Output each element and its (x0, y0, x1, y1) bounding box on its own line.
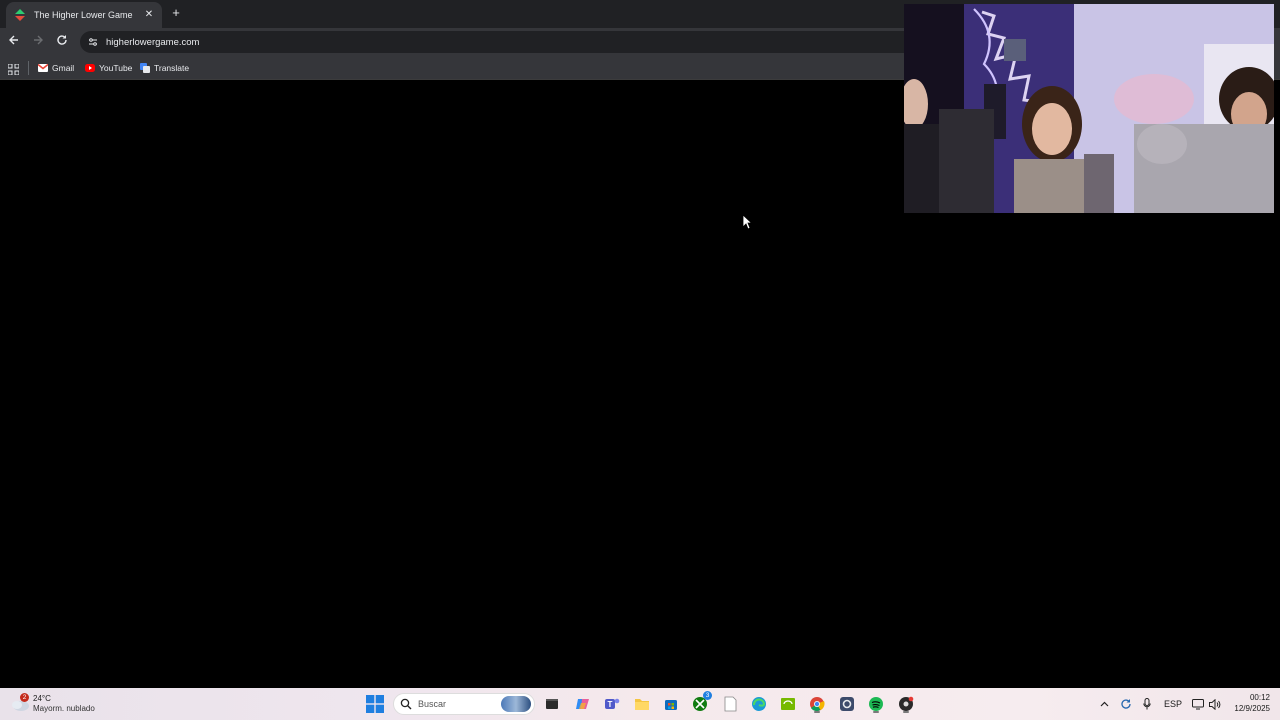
search-placeholder: Buscar (418, 699, 447, 709)
taskbar-file-explorer-dark[interactable] (542, 694, 562, 714)
gmail-icon (38, 63, 48, 73)
screen: The Higher Lower Game ✕ + higherlowergam… (0, 0, 1280, 720)
taskbar-teams[interactable]: T (602, 694, 622, 714)
tray-volume-button[interactable] (1207, 694, 1223, 714)
site-favicon-icon (14, 9, 26, 21)
back-arrow-icon (9, 35, 18, 45)
monitor-network-icon (1192, 698, 1204, 709)
taskbar-file-explorer[interactable] (632, 694, 652, 714)
bookmark-label: Translate (154, 63, 190, 73)
media-app-icon (899, 696, 914, 711)
bookmark-translate[interactable]: Translate (140, 60, 189, 76)
forward-button[interactable] (30, 34, 46, 50)
taskbar-chrome[interactable] (807, 694, 827, 714)
taskbar-copilot[interactable] (573, 694, 593, 714)
webcam-scene-image (904, 4, 1274, 213)
microphone-icon (1143, 698, 1151, 710)
tab-title: The Higher Lower Game (34, 10, 133, 20)
taskbar-xbox[interactable]: 3 (690, 691, 712, 714)
taskbar-nvidia[interactable] (778, 694, 798, 714)
bookmarks-divider (28, 61, 29, 75)
active-app-indicator (814, 711, 820, 713)
bookmark-youtube[interactable]: YouTube (85, 60, 132, 76)
input-language-indicator[interactable]: ESP (1162, 694, 1184, 714)
taskbar-store[interactable] (661, 694, 681, 714)
taskbar-edge[interactable] (749, 694, 769, 714)
active-app-indicator (903, 711, 909, 713)
folder-icon (635, 699, 649, 710)
taskbar-media-app[interactable] (896, 694, 916, 714)
copilot-icon (576, 699, 589, 709)
taskbar-settings[interactable] (837, 694, 857, 714)
forward-arrow-icon (34, 35, 43, 45)
store-icon (665, 700, 677, 710)
weather-temperature: 24°C (33, 694, 51, 703)
active-app-indicator (873, 711, 879, 713)
translate-icon (140, 63, 150, 73)
nvidia-icon (781, 698, 795, 710)
show-hidden-icons-button[interactable] (1097, 694, 1111, 714)
reload-icon (57, 35, 67, 45)
terminal-icon (546, 699, 558, 709)
windows-logo-icon (366, 695, 384, 713)
apps-grid-icon[interactable] (7, 62, 20, 76)
search-highlight-image (501, 696, 531, 712)
url-text: higherlowergame.com (106, 36, 200, 48)
taskbar-spotify[interactable] (866, 694, 886, 714)
taskbar-notepad[interactable] (720, 694, 740, 714)
weather-badge: 2 (20, 693, 29, 702)
weather-description: Mayorm. nublado (33, 704, 95, 713)
svg-text:T: T (608, 700, 613, 709)
sync-icon (1121, 699, 1131, 709)
chevron-up-icon (1100, 701, 1108, 707)
browser-tab[interactable]: The Higher Lower Game ✕ (6, 2, 162, 28)
bookmark-label: YouTube (99, 63, 133, 73)
clock-date: 12/9/2025 (1234, 704, 1270, 713)
search-icon (400, 698, 412, 710)
tab-close-icon[interactable]: ✕ (142, 8, 156, 22)
reload-button[interactable] (54, 34, 70, 50)
new-tab-button[interactable]: + (169, 6, 183, 20)
start-button[interactable] (366, 695, 384, 713)
back-button[interactable] (6, 34, 22, 50)
document-icon (724, 696, 736, 712)
taskbar-clock[interactable]: 00:12 12/9/2025 (1226, 692, 1270, 714)
tray-sync-button[interactable] (1118, 694, 1134, 714)
weather-widget[interactable]: 2 24°C Mayorm. nublado (10, 692, 95, 716)
spotify-icon (869, 697, 883, 711)
webcam-overlay (904, 4, 1274, 213)
teams-icon: T (605, 698, 620, 709)
tray-microphone-button[interactable] (1140, 694, 1154, 714)
site-info-icon[interactable] (86, 35, 100, 49)
mouse-cursor-icon (742, 214, 753, 230)
tray-network-button[interactable] (1190, 694, 1206, 714)
address-bar[interactable]: higherlowergame.com (80, 31, 920, 53)
cloudy-weather-icon: 2 (10, 693, 30, 712)
bookmark-label: Gmail (52, 63, 75, 73)
edge-icon (752, 697, 766, 711)
bookmark-gmail[interactable]: Gmail (38, 60, 74, 76)
youtube-icon (85, 63, 95, 73)
settings-gear-icon (840, 697, 854, 711)
speaker-icon (1209, 698, 1221, 710)
chrome-icon (810, 697, 825, 712)
taskbar-search-box[interactable]: Buscar (393, 693, 535, 715)
windows-taskbar: 2 24°C Mayorm. nublado Buscar T 3 ESP 00… (0, 688, 1280, 720)
xbox-badge: 3 (703, 691, 712, 700)
clock-time: 00:12 (1249, 693, 1270, 702)
